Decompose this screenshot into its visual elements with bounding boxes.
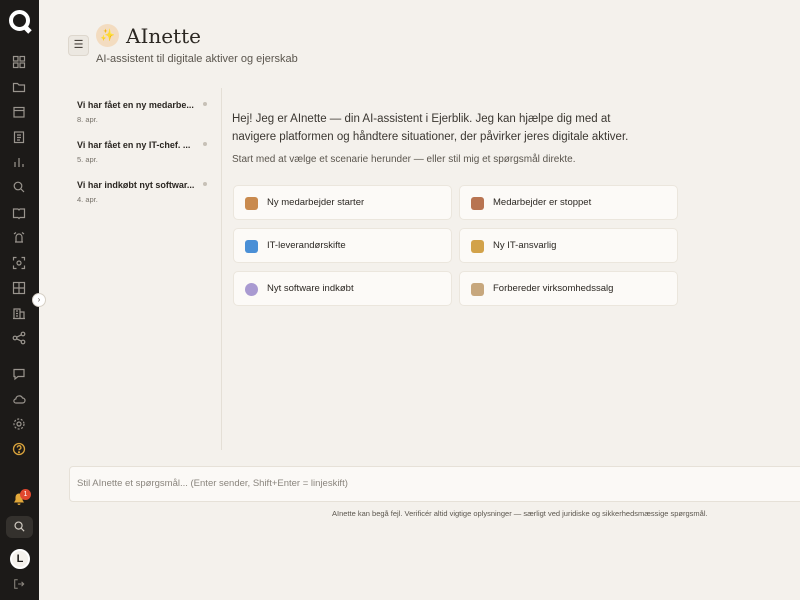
disclaimer-text: AInette kan begå fejl. Verificér altid v… <box>332 509 708 518</box>
scenario-card-it-vendor-change[interactable]: IT-leverandørskifte <box>233 228 452 263</box>
menu-toggle-button[interactable]: ☰ <box>68 35 89 56</box>
chat-composer <box>69 466 800 502</box>
cloud-icon[interactable] <box>12 392 26 406</box>
bell-alarm-icon[interactable] <box>12 231 26 245</box>
settings-icon[interactable] <box>12 417 26 431</box>
swap-icon <box>245 240 258 253</box>
conversation-title: Vi har indkøbt nyt softwar... <box>77 180 195 190</box>
clipboard-icon[interactable] <box>12 130 26 144</box>
conversation-item[interactable]: Vi har fået en ny IT-chef. ... 5. apr. <box>77 140 207 164</box>
scan-icon[interactable] <box>12 256 26 270</box>
conversation-item[interactable]: Vi har indkøbt nyt softwar... 4. apr. <box>77 180 207 204</box>
scenario-card-new-employee[interactable]: Ny medarbejder starter <box>233 185 452 220</box>
sparkle-icon: ✨ <box>96 24 119 47</box>
door-icon <box>471 197 484 210</box>
question-input[interactable] <box>77 478 777 489</box>
conversation-title: Vi har fået en ny IT-chef. ... <box>77 140 191 150</box>
scenario-label: IT-leverandørskifte <box>267 240 346 251</box>
book-icon[interactable] <box>12 206 26 220</box>
page-title: AInette <box>126 24 201 48</box>
dashboard-icon[interactable] <box>12 55 26 69</box>
conversation-dot-icon <box>203 182 207 186</box>
scenario-hint: Start med at vælge et scenarie herunder … <box>232 154 576 165</box>
grid-icon[interactable] <box>12 281 26 295</box>
scenario-label: Forbereder virksomhedssalg <box>493 283 614 294</box>
search-icon <box>14 521 25 532</box>
search-icon[interactable] <box>12 180 26 194</box>
disc-icon <box>245 283 258 296</box>
scenario-label: Ny IT-ansvarlig <box>493 240 557 251</box>
app-logo[interactable] <box>9 10 30 31</box>
technician-icon <box>471 240 484 253</box>
conversation-date: 5. apr. <box>77 155 98 164</box>
conversation-dot-icon <box>203 142 207 146</box>
welcome-message: Hej! Jeg er AInette — din AI-assistent i… <box>232 113 629 143</box>
page-subtitle: AI-assistent til digitale aktiver og eje… <box>96 53 298 65</box>
collapse-sidebar-button[interactable]: › <box>32 293 46 307</box>
chevron-right-icon: › <box>37 295 41 304</box>
scenario-card-company-sale[interactable]: Forbereder virksomhedssalg <box>459 271 678 306</box>
scenario-card-new-it-lead[interactable]: Ny IT-ansvarlig <box>459 228 678 263</box>
person-icon <box>245 197 258 210</box>
conversation-dot-icon <box>203 102 207 106</box>
scenario-card-employee-left[interactable]: Medarbejder er stoppet <box>459 185 678 220</box>
rail-search-button[interactable] <box>6 516 33 538</box>
scenario-card-new-software[interactable]: Nyt software indkøbt <box>233 271 452 306</box>
sidebar-divider <box>221 88 222 450</box>
help-icon[interactable] <box>12 442 26 456</box>
calendar-icon[interactable] <box>12 105 26 119</box>
avatar[interactable]: L <box>10 549 30 569</box>
building-icon[interactable] <box>12 306 26 320</box>
clipboard-icon <box>471 283 484 296</box>
conversation-title: Vi har fået en ny medarbe... <box>77 100 194 110</box>
logout-icon[interactable] <box>13 577 25 589</box>
conversation-item[interactable]: Vi har fået en ny medarbe... 8. apr. <box>77 100 207 124</box>
conversation-date: 4. apr. <box>77 195 98 204</box>
scenario-label: Ny medarbejder starter <box>267 197 365 208</box>
chat-icon[interactable] <box>12 367 26 381</box>
scenario-label: Medarbejder er stoppet <box>493 197 592 208</box>
scenario-label: Nyt software indkøbt <box>267 283 354 294</box>
network-icon[interactable] <box>12 331 26 345</box>
hamburger-icon: ☰ <box>73 39 84 51</box>
bar-chart-icon[interactable] <box>12 155 26 169</box>
notification-badge: 1 <box>20 489 31 500</box>
folder-icon[interactable] <box>12 80 26 94</box>
conversation-date: 8. apr. <box>77 115 98 124</box>
